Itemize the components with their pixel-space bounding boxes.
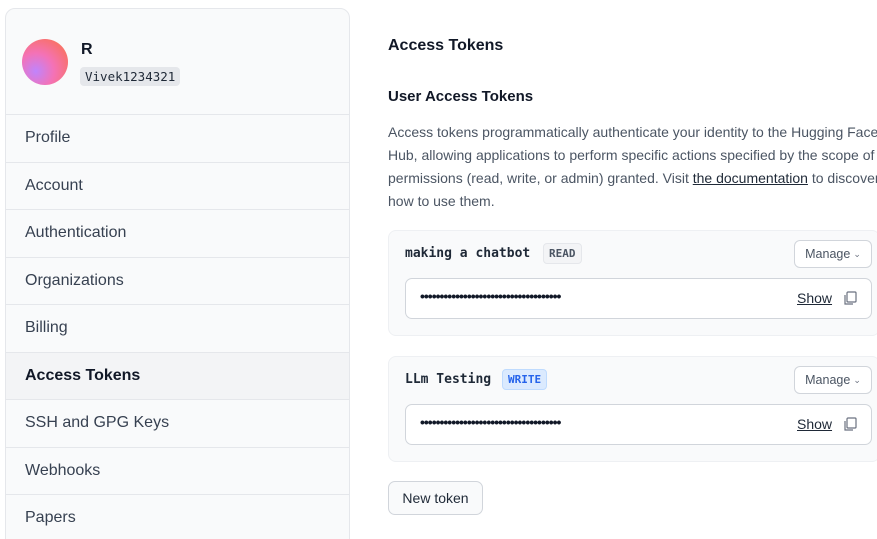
manage-button[interactable]: Manage ⌄ — [794, 240, 872, 268]
masked-token: •••••••••••••••••••••••••••••••••••• — [420, 414, 561, 430]
manage-button[interactable]: Manage ⌄ — [794, 366, 872, 394]
token-name: LLm Testing — [405, 372, 492, 387]
chevron-down-icon: ⌄ — [853, 248, 861, 259]
page-title: Access Tokens — [388, 37, 504, 54]
manage-label: Manage — [805, 373, 851, 387]
sidebar-item-organizations[interactable]: Organizations — [6, 258, 349, 305]
token-role-badge: WRITE — [502, 369, 548, 390]
token-value-field[interactable]: •••••••••••••••••••••••••••••••••••• Sho… — [405, 404, 872, 445]
profile-header: R Vivek1234321 — [6, 9, 349, 115]
settings-nav: Profile Account Authentication Organizat… — [6, 115, 349, 539]
new-token-button[interactable]: New token — [388, 481, 483, 515]
sidebar-item-access-tokens[interactable]: Access Tokens — [6, 352, 349, 400]
sidebar-item-billing[interactable]: Billing — [6, 305, 349, 353]
sidebar-item-papers[interactable]: Papers — [6, 495, 349, 539]
main-content: Access Tokens User Access Tokens Access … — [388, 0, 877, 539]
copy-icon[interactable] — [843, 291, 857, 306]
documentation-link[interactable]: the documentation — [693, 170, 808, 186]
manage-label: Manage — [805, 247, 851, 261]
sidebar-item-webhooks[interactable]: Webhooks — [6, 448, 349, 495]
user-handle: Vivek1234321 — [80, 67, 181, 86]
token-card: making a chatbot READ Manage ⌄ •••••••••… — [388, 230, 877, 336]
chevron-down-icon: ⌄ — [853, 374, 861, 385]
sidebar-item-ssh-gpg-keys[interactable]: SSH and GPG Keys — [6, 400, 349, 448]
sidebar-item-account[interactable]: Account — [6, 163, 349, 210]
user-name: R — [81, 41, 93, 58]
show-token-link[interactable]: Show — [797, 290, 832, 306]
settings-sidebar: R Vivek1234321 Profile Account Authentic… — [5, 8, 350, 539]
avatar[interactable] — [22, 39, 68, 85]
description: Access tokens programmatically authentic… — [388, 121, 877, 213]
show-token-link[interactable]: Show — [797, 416, 832, 432]
token-name: making a chatbot — [405, 246, 531, 261]
sidebar-item-profile[interactable]: Profile — [6, 115, 349, 163]
token-card: LLm Testing WRITE Manage ⌄ •••••••••••••… — [388, 356, 877, 462]
section-title: User Access Tokens — [388, 88, 534, 105]
masked-token: •••••••••••••••••••••••••••••••••••• — [420, 288, 561, 304]
sidebar-item-authentication[interactable]: Authentication — [6, 210, 349, 258]
token-value-field[interactable]: •••••••••••••••••••••••••••••••••••• Sho… — [405, 278, 872, 319]
copy-icon[interactable] — [843, 417, 857, 432]
token-role-badge: READ — [543, 243, 582, 264]
